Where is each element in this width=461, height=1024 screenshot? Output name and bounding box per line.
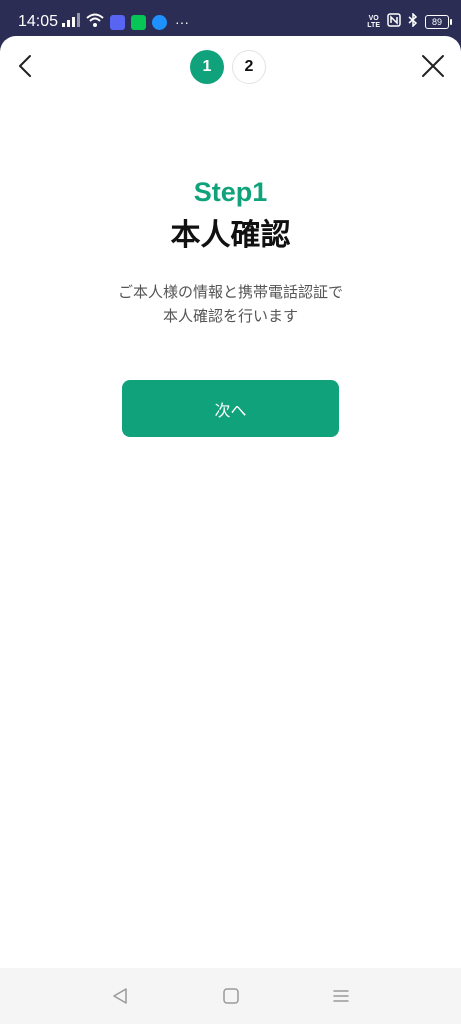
nav-menu-button[interactable]: [329, 984, 353, 1008]
identity-verification-sheet: 1 2 Step1 本人確認 ご本人様の情報と携帯電話認証で 本人確認を行います…: [0, 36, 461, 968]
close-icon: [422, 55, 444, 77]
header: 1 2: [0, 36, 461, 100]
square-home-icon: [223, 988, 239, 1004]
bluetooth-icon: [408, 11, 418, 32]
line-icon: [131, 14, 146, 30]
signal-icon: [62, 12, 80, 32]
step-1-indicator: 1: [190, 50, 224, 84]
description-line-2: 本人確認を行います: [162, 307, 298, 325]
step-2-indicator: 2: [232, 50, 266, 84]
page-title: 本人確認: [170, 218, 291, 253]
discord-icon: [110, 14, 125, 30]
status-time: 14:05: [18, 13, 59, 30]
app-icon: [152, 14, 167, 30]
status-left-icons: ···: [62, 12, 189, 32]
back-button[interactable]: [10, 50, 42, 82]
step-label: Step1: [193, 177, 268, 207]
status-right-icons: VO LTE 89: [367, 11, 452, 32]
wifi-icon: [86, 13, 104, 32]
description-line-1: ご本人様の情報と携帯電話認証で: [117, 283, 343, 301]
close-button[interactable]: [417, 50, 449, 82]
nav-home-button[interactable]: [219, 984, 243, 1008]
status-bar: 14:05 ··· VO LTE 89: [0, 0, 461, 40]
menu-icon: [333, 990, 349, 1002]
system-nav-bar: [0, 968, 461, 1024]
step-indicator: 1 2: [190, 49, 266, 85]
next-button[interactable]: 次へ: [122, 380, 339, 437]
battery-icon: 89: [425, 15, 452, 29]
nav-back-button[interactable]: [108, 984, 132, 1008]
triangle-back-icon: [113, 988, 127, 1004]
description: ご本人様の情報と携帯電話認証で 本人確認を行います: [0, 280, 461, 328]
nfc-icon: [387, 12, 401, 32]
chevron-left-icon: [19, 55, 31, 77]
volte-icon: VO LTE: [367, 15, 380, 29]
more-notifications-icon: ···: [175, 14, 189, 30]
